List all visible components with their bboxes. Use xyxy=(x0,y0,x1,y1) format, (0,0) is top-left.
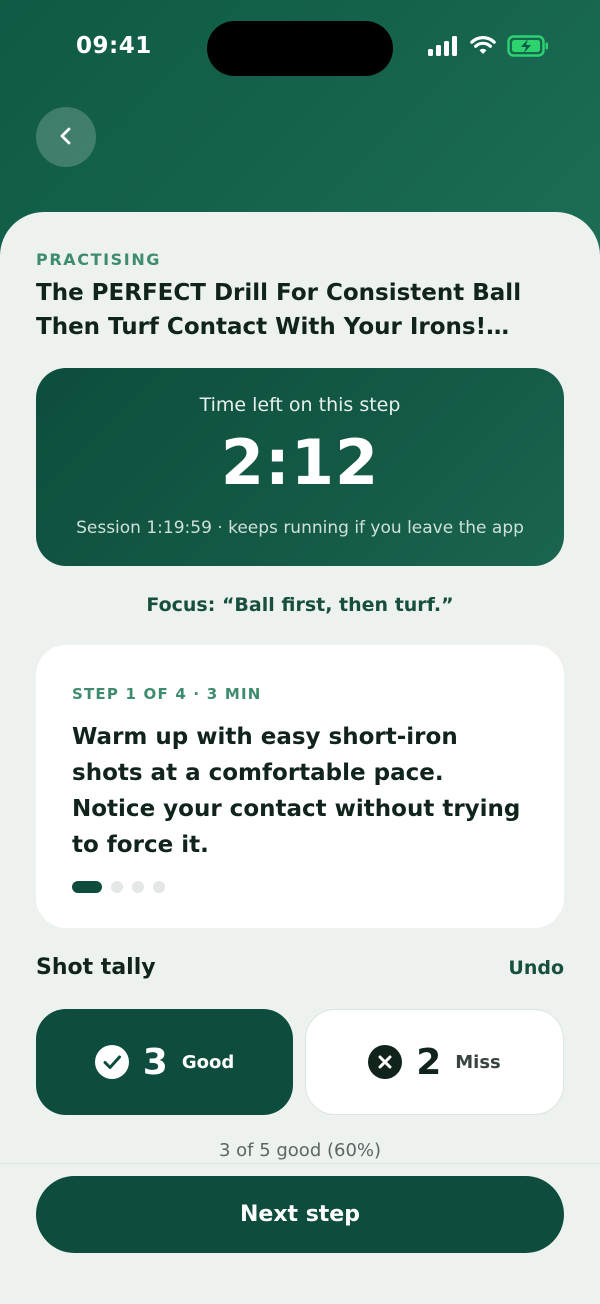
step-progress-dots xyxy=(72,881,165,893)
chevron-left-icon xyxy=(58,125,74,150)
step-dot xyxy=(132,881,144,893)
step-dot-active xyxy=(72,881,102,893)
miss-label: Miss xyxy=(455,1051,501,1073)
status-time: 09:41 xyxy=(76,33,152,59)
timer-label: Time left on this step xyxy=(199,394,401,416)
good-shot-button[interactable]: 3 Good xyxy=(36,1009,293,1115)
section-eyebrow: PRACTISING xyxy=(36,250,162,269)
next-step-button[interactable]: Next step xyxy=(36,1176,564,1253)
good-count: 3 xyxy=(142,1041,168,1083)
step-instructions: Warm up with easy short-iron shots at a … xyxy=(72,724,521,858)
step-dot xyxy=(111,881,123,893)
step-dot xyxy=(153,881,165,893)
good-label: Good xyxy=(181,1051,235,1073)
shot-tally-title: Shot tally xyxy=(36,955,156,980)
session-timer-note: Session 1:19:59 · keeps running if you l… xyxy=(76,518,524,538)
dynamic-island xyxy=(207,21,393,76)
wifi-icon xyxy=(470,36,496,60)
check-circle-icon xyxy=(94,1045,129,1079)
step-card: STEP 1 OF 4 · 3 MIN Warm up with easy sh… xyxy=(36,645,564,928)
step-meta: STEP 1 OF 4 · 3 MIN xyxy=(72,685,262,703)
signal-icon xyxy=(428,36,459,60)
miss-count: 2 xyxy=(416,1041,442,1083)
status-bar: 09:41 xyxy=(0,0,600,96)
focus-cue: Focus: “Ball first, then turf.” xyxy=(146,594,454,616)
tally-summary: 3 of 5 good (60%) xyxy=(218,1140,382,1161)
miss-shot-button[interactable]: 2 Miss xyxy=(305,1009,564,1115)
step-timer-card: Time left on this step 2:12 Session 1:19… xyxy=(36,368,564,566)
back-button[interactable] xyxy=(36,107,96,167)
timer-countdown: 2:12 xyxy=(220,426,380,499)
battery-charging-icon xyxy=(507,35,549,61)
undo-button[interactable]: Undo xyxy=(508,957,564,979)
drill-title: The PERFECT Drill For Consistent Ball Th… xyxy=(36,280,522,340)
status-icons xyxy=(428,35,549,61)
x-circle-icon xyxy=(368,1045,403,1079)
